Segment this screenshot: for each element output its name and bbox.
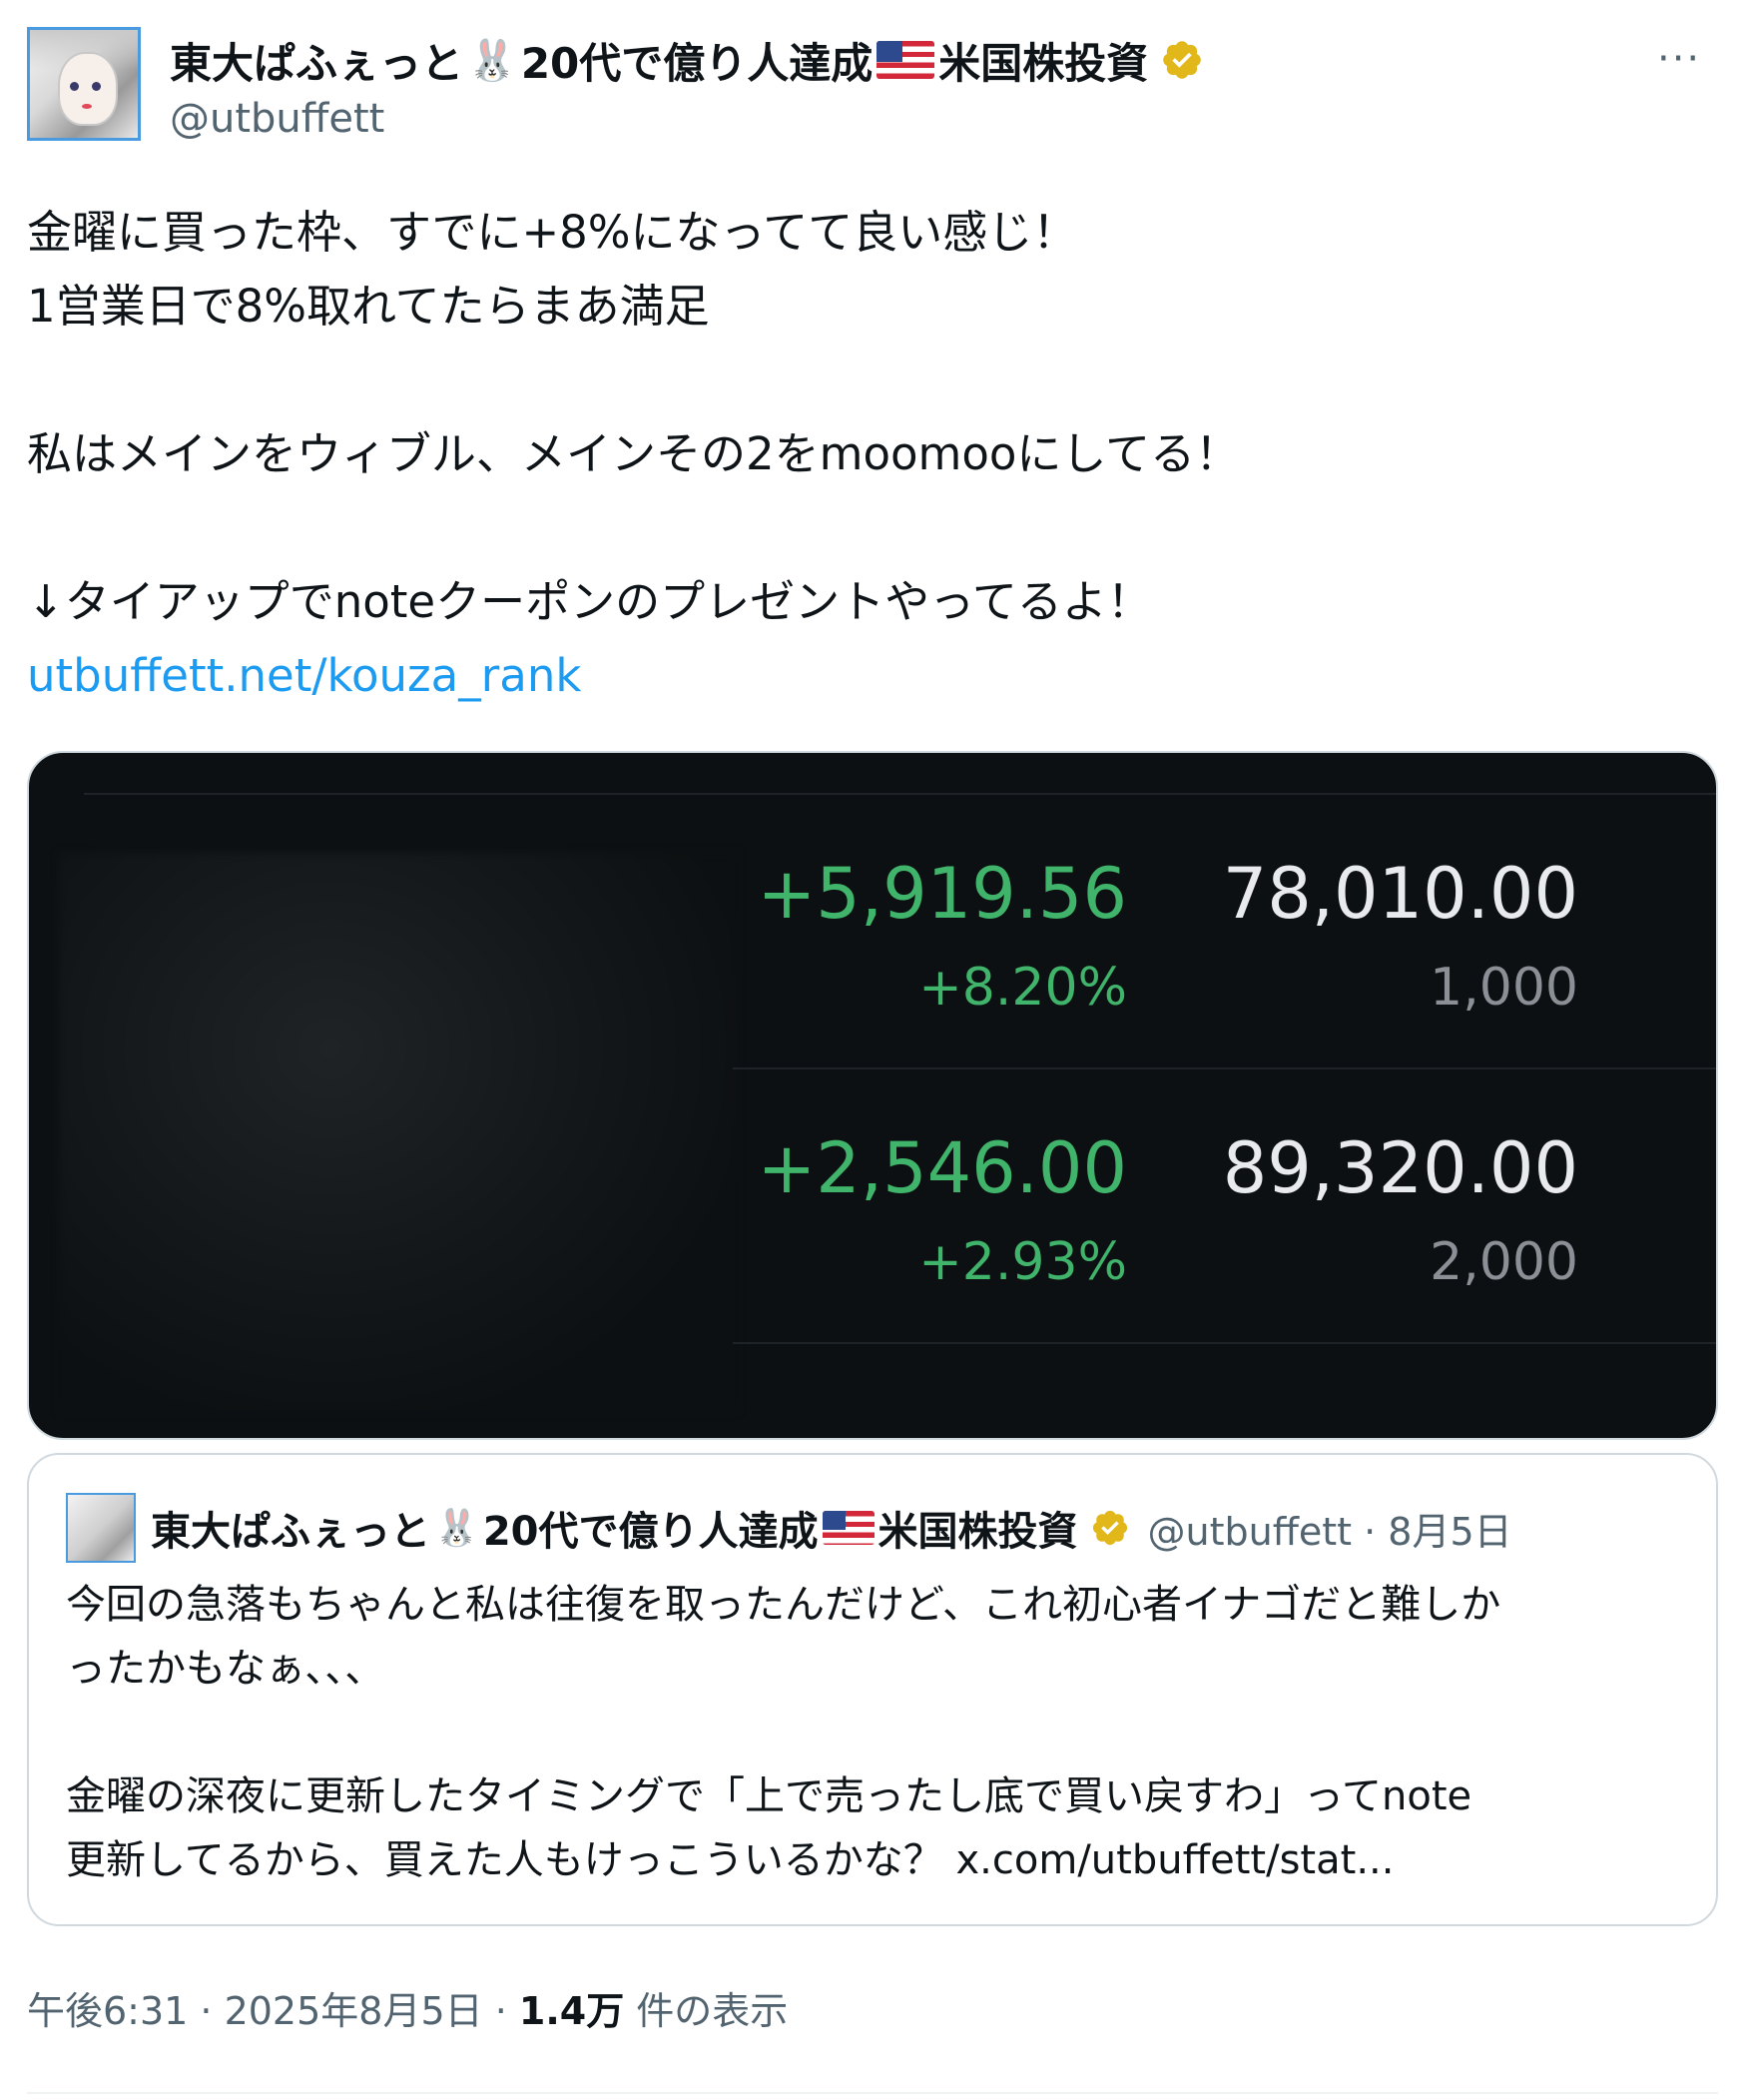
author-avatar[interactable]: [27, 27, 141, 141]
author-name[interactable]: 東大ぱふぇっと 🐰 20代で億り人達成 米国株投資: [170, 30, 1204, 90]
attached-image[interactable]: +5,919.56 +8.20% 78,010.00 1,000 +2,546.…: [27, 751, 1718, 1440]
quoted-post[interactable]: 東大ぱふぇっと 🐰 20代で億り人達成 米国株投資 @utbuffett · 8…: [27, 1453, 1718, 1926]
quoted-name-prefix: 東大ぱふぇっと: [151, 1509, 430, 1555]
us-flag-icon: [822, 1511, 875, 1545]
post-line: 私はメインをウィブル、メインその2をmoomooにしてる！: [27, 427, 1241, 480]
post-link[interactable]: utbuffett.net/kouza_rank: [27, 639, 1724, 713]
quoted-line: [66, 1701, 1703, 1764]
quoted-line: ったかもなぁ、、、: [66, 1646, 385, 1692]
quoted-author-header: 東大ぱふぇっと 🐰 20代で億り人達成 米国株投資 @utbuffett · 8…: [151, 1495, 1512, 1561]
post-line: 金曜に買った枠、すでに+8%になってて良い感じ！: [27, 206, 1078, 259]
quoted-author-avatar: [66, 1493, 136, 1563]
quoted-name-mid: 20代で億り人達成: [482, 1509, 819, 1555]
view-count: 1.4万: [518, 1989, 625, 2033]
position-value: 78,010.00: [1222, 853, 1578, 935]
us-flag-icon: [876, 41, 935, 79]
author-name-mid: 20代で億り人達成: [520, 38, 874, 88]
position-change-pct: +8.20%: [918, 958, 1127, 1018]
verified-badge-icon: [1092, 1510, 1127, 1546]
post-line: [27, 344, 1724, 417]
position-qty: 2,000: [1430, 1232, 1578, 1292]
author-handle[interactable]: @utbuffett: [170, 96, 384, 142]
view-count-label: 件の表示: [624, 1989, 789, 2033]
post-timestamp[interactable]: 午後6:31 · 2025年8月5日 · 1.4万 件の表示: [27, 1980, 788, 2035]
divider: [27, 2092, 1718, 2094]
quoted-line: 今回の急落もちゃんと私は往復を取ったんだけど、これ初心者イナゴだと難しか: [66, 1582, 1501, 1628]
verified-badge-icon: [1163, 41, 1202, 79]
post-line: [27, 491, 1724, 565]
position-qty: 1,000: [1430, 958, 1578, 1018]
quoted-line: 更新してるから、買えた人もけっこういるかな？ x.com/utbuffett/s…: [66, 1837, 1395, 1883]
quoted-line: 金曜の深夜に更新したタイミングで「上で売ったし底で買い戻すわ」ってnote: [66, 1773, 1472, 1819]
position-value: 89,320.00: [1222, 1127, 1578, 1209]
blurred-area: [59, 853, 738, 1412]
post-line: ↓タイアップでnoteクーポンのプレゼントやってるよ！: [27, 575, 1152, 628]
quoted-meta: @utbuffett · 8月5日: [1147, 1509, 1512, 1554]
position-change: +5,919.56: [757, 853, 1127, 935]
rabbit-icon: 🐰: [467, 37, 517, 84]
position-change: +2,546.00: [757, 1127, 1127, 1209]
quoted-text: 今回の急落もちゃんと私は往復を取ったんだけど、これ初心者イナゴだと難しか ったか…: [66, 1573, 1703, 1892]
more-options-button[interactable]: ···: [1657, 36, 1701, 82]
quoted-name-suffix: 米国株投資: [877, 1509, 1078, 1555]
post-line: 1営業日で8%取れてたらまあ満足: [27, 280, 710, 333]
author-name-suffix: 米国株投資: [938, 38, 1149, 88]
author-name-prefix: 東大ぱふぇっと: [170, 38, 464, 88]
rabbit-icon: 🐰: [434, 1508, 479, 1549]
post-text: 金曜に買った枠、すでに+8%になってて良い感じ！ 1営業日で8%取れてたらまあ満…: [27, 196, 1724, 713]
position-change-pct: +2.93%: [918, 1232, 1127, 1292]
timestamp-text[interactable]: 午後6:31 · 2025年8月5日 ·: [27, 1989, 519, 2033]
